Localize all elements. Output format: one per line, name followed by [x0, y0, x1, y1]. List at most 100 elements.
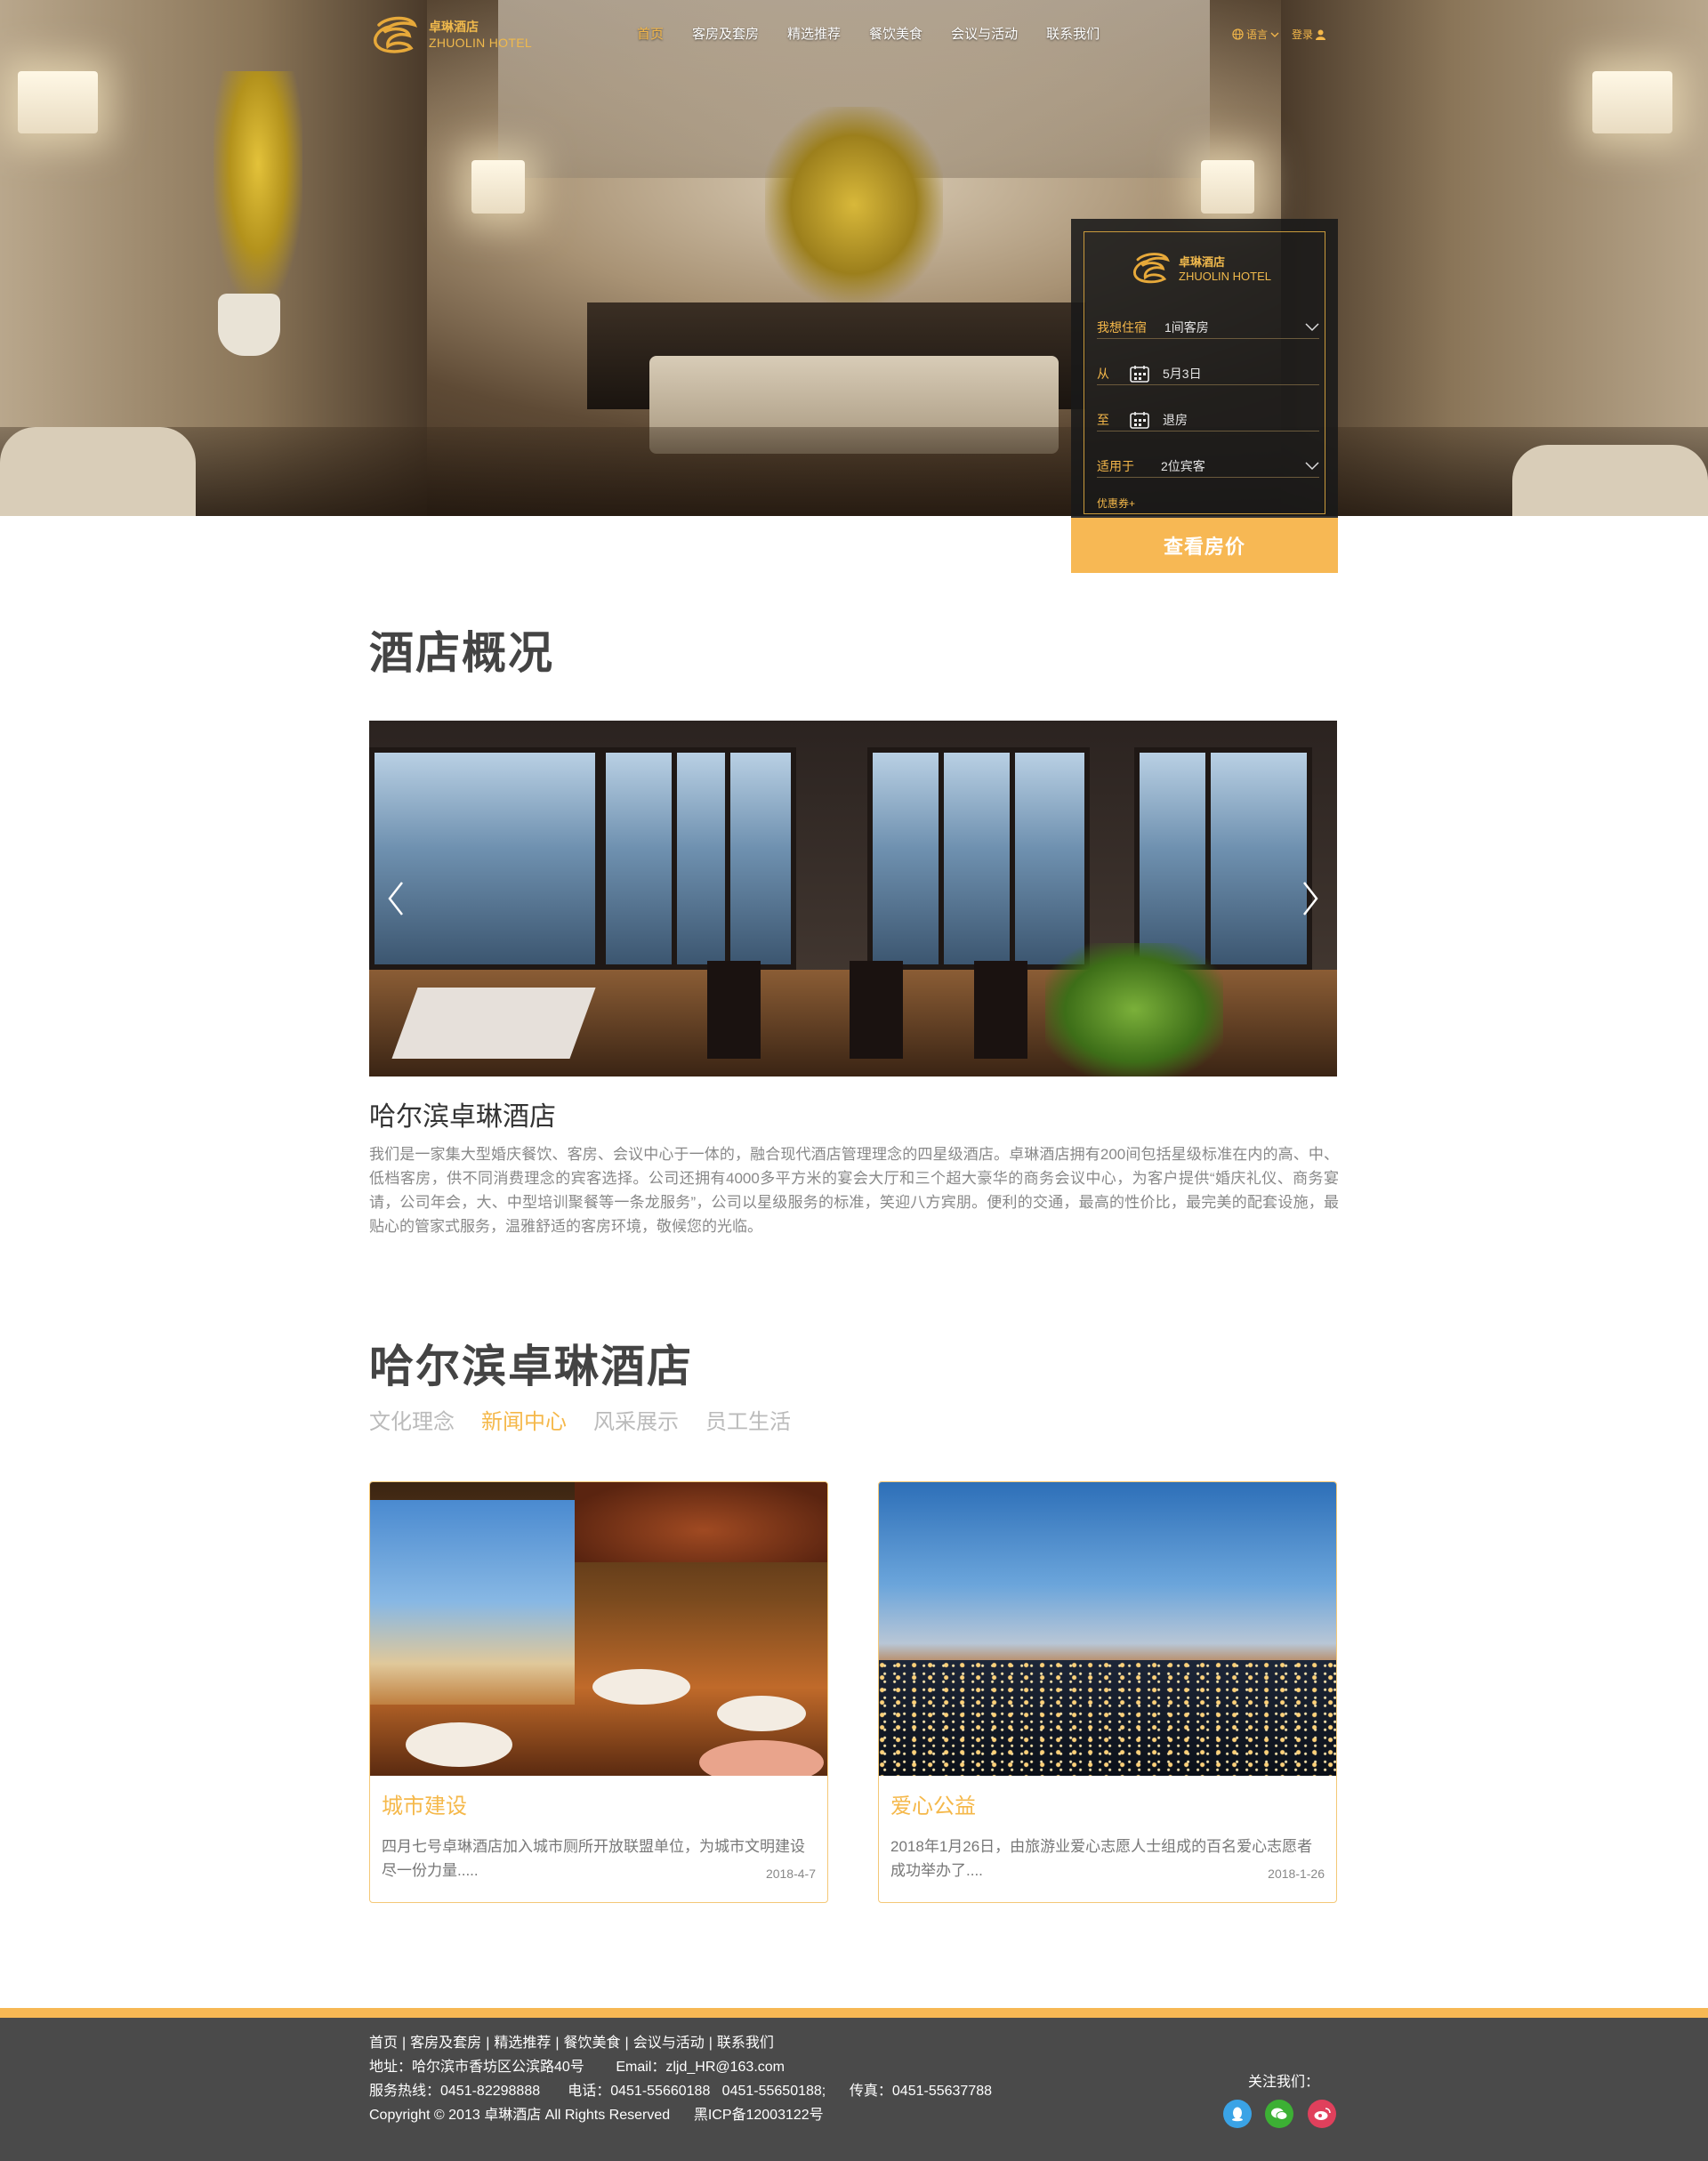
globe-icon — [1232, 28, 1244, 40]
restaurant-window — [370, 1500, 575, 1705]
login-link[interactable]: 登录 — [1292, 27, 1326, 42]
footer-copyright: Copyright © 2013 卓琳酒店 All Rights Reserve… — [369, 2108, 824, 2123]
menu-item-dining[interactable]: 餐饮美食 — [855, 24, 937, 45]
hero-vase — [218, 294, 280, 356]
slider-window — [867, 747, 1090, 970]
hero-center-plant — [765, 107, 943, 302]
overview-slider — [369, 721, 1337, 1076]
guests-value: 2位宾客 — [1161, 458, 1205, 473]
booking-logo-en: ZHUOLIN HOTEL — [1179, 270, 1272, 283]
checkout-date-field[interactable]: 至 退房 — [1097, 408, 1319, 431]
login-label: 登录 — [1292, 28, 1314, 41]
language-label: 语言 — [1246, 28, 1269, 41]
news-card-image — [370, 1482, 827, 1776]
hero-wall-lamp — [18, 71, 98, 133]
top-nav: 卓琳酒店 ZHUOLIN HOTEL 首页 客房及套房 精选推荐 餐饮美食 会议… — [0, 0, 1708, 71]
tab-culture[interactable]: 文化理念 — [369, 1404, 455, 1435]
slider-mullion — [1010, 747, 1015, 970]
logo-mark-icon — [373, 16, 418, 53]
slider-window — [369, 747, 600, 970]
tab-showcase[interactable]: 风采展示 — [593, 1404, 679, 1435]
chevron-down-icon — [1305, 461, 1319, 470]
news-card-image — [879, 1482, 1336, 1776]
rooms-value: 1间客房 — [1164, 319, 1209, 335]
news-card[interactable]: 城市建设 四月七号卓琳酒店加入城市厕所开放联盟单位，为城市文明建设尽一份力量..… — [369, 1481, 828, 1903]
main-menu: 首页 客房及套房 精选推荐 餐饮美食 会议与活动 联系我们 — [623, 24, 1114, 45]
footer-link-dining[interactable]: 餐饮美食 — [564, 2036, 621, 2051]
follow-label: 关注我们： — [1248, 2075, 1320, 2090]
coupon-link[interactable]: 优惠券+ — [1097, 496, 1135, 511]
hotel-description: 我们是一家集大型婚庆餐饮、客房、会议中心于一体的，融合现代酒店管理理念的四星级酒… — [369, 1146, 1339, 1235]
guests-select[interactable]: 适用于 2位宾客 — [1097, 455, 1319, 478]
weibo-icon[interactable] — [1308, 2100, 1336, 2128]
restaurant-table — [717, 1696, 806, 1731]
menu-item-rooms[interactable]: 客房及套房 — [678, 24, 773, 45]
hero-plant — [214, 71, 302, 302]
slider-prev-button[interactable] — [378, 872, 414, 925]
hero-chair — [1512, 445, 1708, 516]
slider-window — [1134, 747, 1312, 970]
nav-right: 语言 登录 — [1232, 27, 1326, 42]
slider-table — [974, 961, 1027, 1059]
news-tabs: 文化理念 新闻中心 风采展示 员工生活 — [369, 1404, 791, 1435]
chevron-right-icon — [1303, 882, 1318, 915]
hero-wall-lamp — [1201, 160, 1254, 214]
booking-logo-cn: 卓琳酒店 — [1179, 255, 1226, 269]
user-icon — [1316, 29, 1326, 40]
guests-label: 适用于 — [1097, 458, 1134, 473]
footer-link-meetings[interactable]: 会议与活动 — [633, 2036, 705, 2051]
footer-link-rooms[interactable]: 客房及套房 — [410, 2036, 481, 2051]
tab-news-center[interactable]: 新闻中心 — [481, 1404, 567, 1435]
checkin-date-field[interactable]: 从 5月3日 — [1097, 362, 1319, 385]
chevron-down-icon — [1305, 322, 1319, 331]
footer-links: 首页 | 客房及套房 | 精选推荐 | 餐饮美食 | 会议与活动 | 联系我们 — [369, 2036, 774, 2051]
rooms-label: 我想住宿 — [1097, 319, 1147, 335]
wechat-icon[interactable] — [1265, 2100, 1293, 2128]
slider-mullion — [939, 747, 944, 970]
logo-name-cn: 卓琳酒店 — [429, 20, 479, 34]
menu-item-featured[interactable]: 精选推荐 — [773, 24, 855, 45]
slider-mullion — [672, 747, 677, 970]
hero-wall-lamp — [1592, 71, 1672, 133]
logo-text: 卓琳酒店 ZHUOLIN HOTEL — [429, 19, 532, 51]
restaurant-table — [406, 1722, 512, 1767]
menu-item-contact[interactable]: 联系我们 — [1032, 24, 1114, 45]
restaurant-table — [699, 1740, 824, 1776]
checkout-value: 退房 — [1163, 412, 1188, 427]
slider-window — [600, 747, 796, 970]
tab-staff-life[interactable]: 员工生活 — [705, 1404, 791, 1435]
footer: 首页 | 客房及套房 | 精选推荐 | 餐饮美食 | 会议与活动 | 联系我们 地址：哈尔滨市香坊区… — [0, 2008, 1708, 2161]
hero-wall-lamp — [471, 160, 525, 214]
logo-name-en: ZHUOLIN HOTEL — [429, 36, 532, 50]
logo[interactable]: 卓琳酒店 ZHUOLIN HOTEL — [368, 12, 532, 57]
slider-next-button[interactable] — [1293, 872, 1328, 925]
menu-item-meetings[interactable]: 会议与活动 — [937, 24, 1032, 45]
slider-table — [850, 961, 903, 1059]
news-card-date: 2018-4-7 — [765, 1867, 816, 1881]
news-card[interactable]: 爱心公益 2018年1月26日，由旅游业爱心志愿人士组成的百名爱心志愿者成功举办… — [878, 1481, 1337, 1903]
footer-link-contact[interactable]: 联系我们 — [717, 2036, 774, 2051]
news-card-excerpt: 四月七号卓琳酒店加入城市厕所开放联盟单位，为城市文明建设尽一份力量..... — [382, 1838, 805, 1879]
hero-floor — [0, 427, 1708, 516]
chevron-left-icon — [388, 882, 403, 915]
footer-link-featured[interactable]: 精选推荐 — [494, 2036, 551, 2051]
rooms-select[interactable]: 我想住宿 1间客房 — [1097, 316, 1319, 339]
hotel-name: 哈尔滨卓琳酒店 — [369, 1102, 556, 1132]
qq-icon[interactable] — [1223, 2100, 1252, 2128]
footer-link-home[interactable]: 首页 — [369, 2036, 398, 2051]
language-selector[interactable]: 语言 — [1232, 27, 1279, 42]
logo-mark-icon — [1132, 253, 1170, 284]
slider-mullion — [725, 747, 730, 970]
menu-item-home[interactable]: 首页 — [623, 24, 678, 45]
check-price-button[interactable]: 查看房价 — [1071, 518, 1338, 573]
hero-chair — [0, 427, 196, 516]
slider-table — [707, 961, 761, 1059]
booking-form: 卓琳酒店 ZHUOLIN HOTEL 我想住宿 1间客房 从 5月3日 至 退房… — [1084, 231, 1325, 514]
slider-mullion — [1205, 747, 1211, 970]
slider-sofa — [391, 988, 596, 1059]
booking-logo: 卓琳酒店 ZHUOLIN HOTEL — [1129, 248, 1271, 287]
news-card-title: 城市建设 — [382, 1794, 467, 1818]
footer-address: 地址：哈尔滨市香坊区公滨路40号 Email：zljd_HR@163.com — [369, 2060, 785, 2075]
checkout-label: 至 — [1097, 412, 1109, 427]
slider-plant — [1045, 943, 1223, 1076]
